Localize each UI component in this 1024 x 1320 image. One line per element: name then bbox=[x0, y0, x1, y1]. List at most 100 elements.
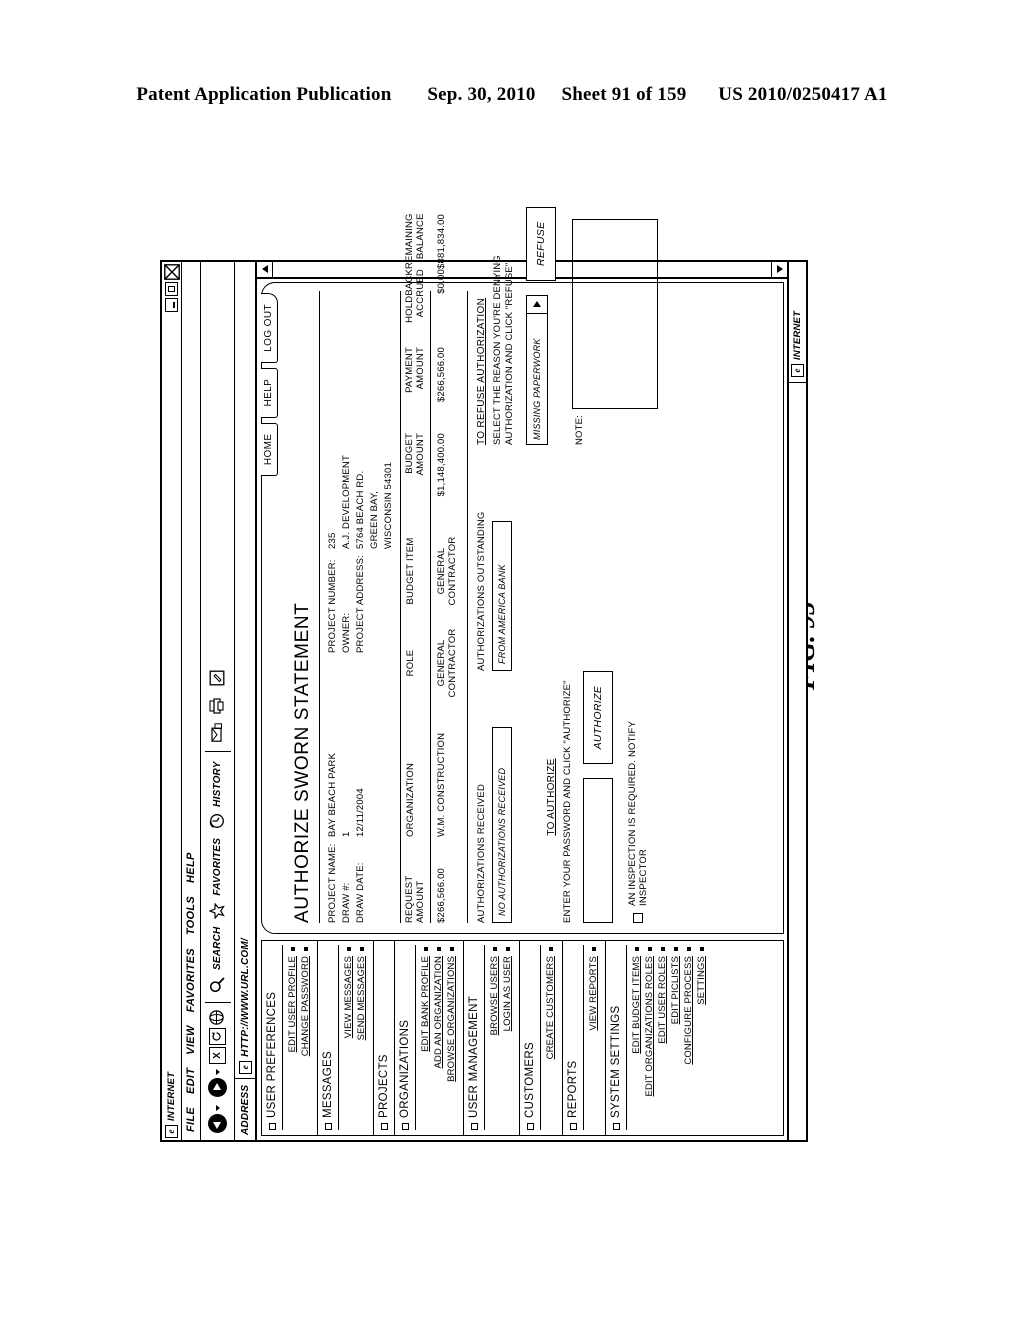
print-button[interactable] bbox=[208, 691, 227, 717]
inspection-checkbox[interactable] bbox=[633, 913, 644, 923]
sidebar-link-change-password[interactable]: CHANGE PASSWORD bbox=[299, 947, 312, 1130]
forward-button[interactable] bbox=[208, 1066, 227, 1100]
mail-button[interactable] bbox=[209, 719, 227, 745]
refuse-heading: TO REFUSE AUTHORIZATION bbox=[475, 297, 487, 445]
sidebar-link-view-reports[interactable]: VIEW REPORTS bbox=[587, 947, 600, 1130]
authorize-controls: AUTHORIZE bbox=[583, 671, 614, 923]
browser-window-title: INTERNET bbox=[166, 1071, 177, 1121]
column-header-budget-item: BUDGET ITEM bbox=[405, 537, 416, 605]
tab-help[interactable]: HELP bbox=[261, 367, 278, 418]
sidebar-link-edit-piclists[interactable]: EDIT PICLISTS bbox=[669, 947, 682, 1130]
column-header-remaining-balance: REMAINING BALANCE bbox=[404, 213, 427, 269]
sidebar-link-create-customers[interactable]: CREATE CUSTOMERS bbox=[544, 947, 557, 1130]
sidebar-link-add-an-organization[interactable]: ADD AN ORGANIZATION bbox=[432, 947, 445, 1130]
page-title: AUTHORIZE SWORN STATEMENT bbox=[292, 602, 313, 923]
patent-header: Patent Application Publication Sep. 30, … bbox=[0, 84, 1024, 106]
sidebar-links-user-management: BROWSE USERS LOGIN AS USER bbox=[484, 945, 516, 1130]
bullet-icon bbox=[660, 947, 665, 951]
home-button[interactable] bbox=[208, 1009, 226, 1026]
bullet-icon bbox=[359, 947, 364, 951]
tab-home[interactable]: HOME bbox=[261, 422, 278, 477]
maximize-button[interactable] bbox=[165, 282, 178, 296]
refuse-button[interactable]: REFUSE bbox=[525, 206, 556, 281]
menu-favorites[interactable]: FAVORITES bbox=[185, 948, 197, 1012]
sidebar-link-label: SETTINGS bbox=[696, 956, 707, 1005]
close-icon[interactable] bbox=[163, 264, 180, 280]
sidebar-link-browse-users[interactable]: BROWSE USERS bbox=[488, 947, 501, 1130]
sidebar-link-settings[interactable]: SETTINGS bbox=[695, 947, 708, 1130]
menu-edit[interactable]: EDIT bbox=[185, 1068, 197, 1094]
sidebar-links-messages: VIEW MESSAGES SEND MESSAGES bbox=[338, 945, 370, 1130]
mail-icon bbox=[209, 722, 227, 743]
header-line-2: ACCRUED bbox=[414, 269, 426, 318]
status-zone-label: INTERNET bbox=[792, 310, 803, 360]
edit-button[interactable] bbox=[209, 663, 227, 689]
sidebar-item-user-management[interactable]: USER MANAGEMENT bbox=[467, 945, 481, 1130]
inspection-row[interactable]: AN INSPECTION IS REQUIRED. NOTIFY INSPEC… bbox=[627, 671, 649, 923]
menu-file[interactable]: FILE bbox=[185, 1107, 197, 1132]
sidebar-link-edit-budget-items[interactable]: EDIT BUDGET ITEMS bbox=[630, 947, 643, 1130]
authorize-button[interactable]: AUTHORIZE bbox=[583, 671, 614, 765]
bullet-icon bbox=[492, 947, 497, 951]
back-button[interactable] bbox=[208, 1102, 227, 1136]
search-label: SEARCH bbox=[212, 926, 223, 970]
status-message-area bbox=[789, 382, 806, 1140]
address-input[interactable]: e HTTP://WWW.URL.COM/ bbox=[234, 262, 256, 1079]
page-title-row: AUTHORIZE SWORN STATEMENT bbox=[292, 291, 320, 923]
sidebar-item-reports[interactable]: REPORTS bbox=[566, 945, 580, 1130]
sidebar-link-edit-organizations-roles[interactable]: EDIT ORGANIZATIONS ROLES bbox=[643, 947, 656, 1130]
sidebar-item-user-preferences[interactable]: USER PREFERENCES bbox=[265, 945, 279, 1130]
bullet-icon bbox=[548, 947, 553, 951]
menu-help[interactable]: HELP bbox=[185, 852, 197, 883]
sidebar-item-system-settings[interactable]: SYSTEM SETTINGS bbox=[609, 945, 623, 1130]
search-button[interactable]: SEARCH bbox=[209, 924, 227, 996]
history-button[interactable]: HISTORY bbox=[209, 758, 227, 833]
application-root: USER PREFERENCES EDIT USER PROFILE CHANG… bbox=[261, 206, 784, 1136]
menu-view[interactable]: VIEW bbox=[185, 1025, 197, 1054]
print-icon bbox=[208, 694, 227, 714]
sidebar-link-configure-process[interactable]: CONFIGURE PROCESS bbox=[682, 947, 695, 1130]
back-dropdown-icon[interactable] bbox=[215, 1105, 220, 1111]
table-row[interactable]: $266,566.00 W.M. CONSTRUCTION GENERAL CO… bbox=[431, 214, 461, 923]
sidebar-links-reports: VIEW REPORTS bbox=[583, 945, 602, 1130]
refresh-button[interactable] bbox=[209, 1028, 226, 1045]
sidebar-item-projects[interactable]: PROJECTS bbox=[377, 945, 391, 1130]
scroll-up-button[interactable] bbox=[257, 262, 273, 277]
project-address-row: PROJECT ADDRESS: 5764 BEACH RD. bbox=[355, 291, 366, 653]
sidebar-label-messages: MESSAGES bbox=[322, 1051, 334, 1118]
sidebar-link-edit-user-roles[interactable]: EDIT USER ROLES bbox=[656, 947, 669, 1130]
stop-button[interactable]: X bbox=[209, 1047, 226, 1064]
authorizations-outstanding-panel: AUTHORIZATIONS OUTSTANDING FROM AMERICA … bbox=[476, 451, 777, 671]
sidebar-link-send-messages[interactable]: SEND MESSAGES bbox=[355, 947, 368, 1130]
sidebar-link-browse-organizations[interactable]: BROWSE ORGANIZATIONS bbox=[445, 947, 458, 1130]
sidebar-link-edit-bank-profile[interactable]: EDIT BANK PROFILE bbox=[419, 947, 432, 1130]
project-number-row: PROJECT NUMBER: 235 bbox=[327, 291, 338, 653]
tab-log-out[interactable]: LOG OUT bbox=[261, 293, 278, 363]
sidebar-item-messages[interactable]: MESSAGES bbox=[321, 945, 335, 1130]
forward-dropdown-icon[interactable] bbox=[215, 1069, 220, 1075]
sidebar-label-organizations: ORGANIZATIONS bbox=[399, 1019, 411, 1118]
sidebar-link-view-messages[interactable]: VIEW MESSAGES bbox=[342, 947, 355, 1130]
sidebar-link-label: EDIT BANK PROFILE bbox=[420, 956, 431, 1052]
password-input[interactable] bbox=[583, 778, 614, 923]
authorizations-outstanding-value: FROM AMERICA BANK bbox=[491, 521, 512, 671]
owner-label: OWNER: bbox=[341, 612, 352, 653]
section-marker-icon bbox=[526, 1123, 534, 1130]
menu-tools[interactable]: TOOLS bbox=[185, 896, 197, 935]
draw-number-label: DRAW #: bbox=[341, 882, 352, 923]
minimize-button[interactable] bbox=[165, 298, 178, 312]
refuse-reason-select[interactable]: MISSING PAPERWORK bbox=[525, 295, 548, 445]
authorizations-received-value: NO AUTHORIZATIONS RECEIVED bbox=[491, 727, 512, 923]
favorites-label: FAVORITES bbox=[212, 837, 223, 896]
chevron-down-icon[interactable] bbox=[526, 296, 547, 314]
sidebar-link-edit-user-profile[interactable]: EDIT USER PROFILE bbox=[286, 947, 299, 1130]
sidebar-link-login-as-user[interactable]: LOGIN AS USER bbox=[501, 947, 514, 1130]
cell-request-amount: $266,566.00 bbox=[435, 867, 447, 923]
forward-arrow-icon bbox=[208, 1078, 227, 1097]
note-textarea[interactable] bbox=[571, 218, 658, 409]
sidebar-item-organizations[interactable]: ORGANIZATIONS bbox=[398, 945, 412, 1130]
favorites-button[interactable]: FAVORITES bbox=[208, 835, 227, 922]
top-nav-tabs: HOME HELP LOG OUT bbox=[261, 293, 278, 477]
authorization-area: AUTHORIZATIONS RECEIVED NO AUTHORIZATION… bbox=[468, 206, 777, 923]
sidebar-item-customers[interactable]: CUSTOMERS bbox=[523, 945, 537, 1130]
